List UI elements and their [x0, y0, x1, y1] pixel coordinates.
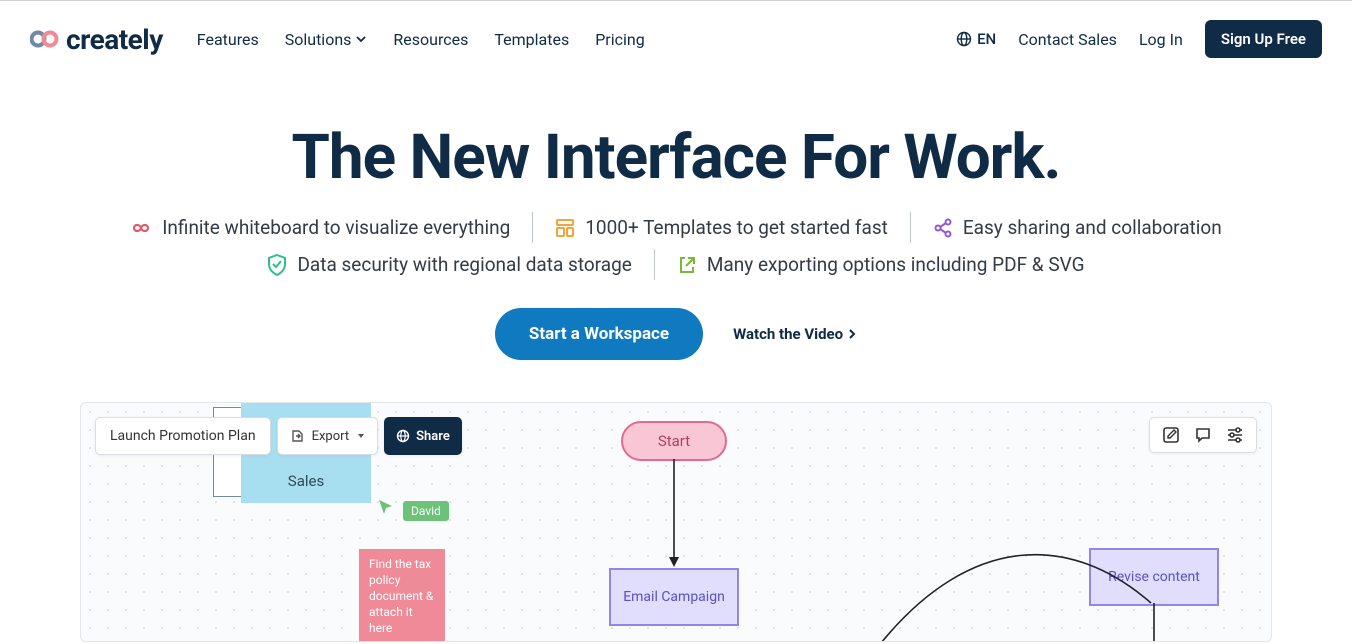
hero-title: The New Interface For Work. [0, 121, 1352, 194]
language-code: EN [977, 30, 996, 48]
login-link[interactable]: Log In [1139, 30, 1183, 49]
flow-email-label: Email Campaign [623, 588, 725, 606]
connector-revise-down [1146, 603, 1166, 642]
start-workspace-button[interactable]: Start a Workspace [495, 308, 703, 360]
logo-icon [30, 28, 62, 50]
export-label: Export [312, 429, 350, 444]
watch-video-label: Watch the Video [733, 325, 843, 343]
watch-video-link[interactable]: Watch the Video [733, 325, 857, 343]
share-button[interactable]: Share [384, 417, 462, 455]
sticky-tax-text: Find the tax policy document & attach it… [369, 556, 435, 637]
feature-row-1: Infinite whiteboard to visualize everyth… [0, 212, 1352, 243]
collaborator-cursor-david: David [377, 493, 449, 521]
export-small-icon [290, 429, 304, 443]
nav-resources[interactable]: Resources [393, 30, 468, 49]
flow-revise-label: Revise content [1108, 569, 1200, 585]
canvas-right-tools [1149, 417, 1257, 453]
hero-section: The New Interface For Work. Infinite whi… [0, 77, 1352, 360]
nav-solutions[interactable]: Solutions [285, 30, 368, 49]
feature-whiteboard-label: Infinite whiteboard to visualize everyth… [162, 216, 510, 239]
plan-title[interactable]: Launch Promotion Plan [95, 417, 271, 455]
logo[interactable]: creately [30, 23, 163, 56]
feature-sharing: Easy sharing and collaboration [910, 212, 1244, 243]
right-nav: EN Contact Sales Log In Sign Up Free [956, 20, 1322, 58]
caret-down-icon [357, 432, 365, 440]
canvas-toolbar: Launch Promotion Plan Export Share [95, 417, 462, 455]
share-icon [933, 218, 953, 238]
collaborator-name: David [403, 501, 449, 521]
export-button[interactable]: Export [277, 417, 379, 455]
cta-row: Start a Workspace Watch the Video [0, 308, 1352, 360]
site-header: creately Features Solutions Resources Te… [0, 1, 1352, 77]
nav-solutions-label: Solutions [285, 30, 352, 49]
globe-icon [956, 31, 972, 47]
feature-security-label: Data security with regional data storage [297, 253, 631, 276]
flow-start-label: Start [658, 432, 690, 450]
feature-templates-label: 1000+ Templates to get started fast [585, 216, 888, 239]
feature-export: Many exporting options including PDF & S… [654, 249, 1107, 280]
shield-icon [267, 254, 287, 276]
connector-start-email [666, 459, 686, 571]
feature-security: Data security with regional data storage [245, 249, 653, 280]
feature-export-label: Many exporting options including PDF & S… [707, 253, 1085, 276]
language-selector[interactable]: EN [956, 30, 996, 48]
nav-pricing[interactable]: Pricing [595, 30, 645, 49]
flow-email-node[interactable]: Email Campaign [609, 568, 739, 626]
nav-templates[interactable]: Templates [494, 30, 569, 49]
sticky-sales-label: Sales [288, 472, 324, 490]
chevron-down-icon [355, 33, 367, 45]
chevron-right-icon [847, 328, 857, 340]
flow-start-node[interactable]: Start [621, 421, 727, 461]
infinity-icon [130, 221, 152, 235]
export-icon [677, 255, 697, 275]
logo-text: creately [66, 23, 163, 56]
cursor-icon [377, 498, 395, 516]
feature-templates: 1000+ Templates to get started fast [532, 212, 910, 243]
templates-icon [555, 218, 575, 238]
feature-sharing-label: Easy sharing and collaboration [963, 216, 1222, 239]
share-label: Share [416, 429, 450, 444]
edit-icon[interactable] [1162, 426, 1180, 444]
settings-sliders-icon[interactable] [1226, 426, 1244, 444]
comment-icon[interactable] [1194, 426, 1212, 444]
globe-small-icon [396, 429, 410, 443]
main-nav: Features Solutions Resources Templates P… [197, 30, 956, 49]
contact-sales-link[interactable]: Contact Sales [1018, 30, 1117, 49]
feature-row-2: Data security with regional data storage… [0, 249, 1352, 280]
feature-whiteboard: Infinite whiteboard to visualize everyth… [108, 212, 532, 243]
signup-button[interactable]: Sign Up Free [1205, 20, 1322, 58]
flow-revise-node[interactable]: Revise content [1089, 548, 1219, 606]
nav-features[interactable]: Features [197, 30, 259, 49]
canvas-preview: Launch Promotion Plan Export Share [80, 402, 1272, 642]
sticky-note-tax[interactable]: Find the tax policy document & attach it… [359, 549, 445, 642]
